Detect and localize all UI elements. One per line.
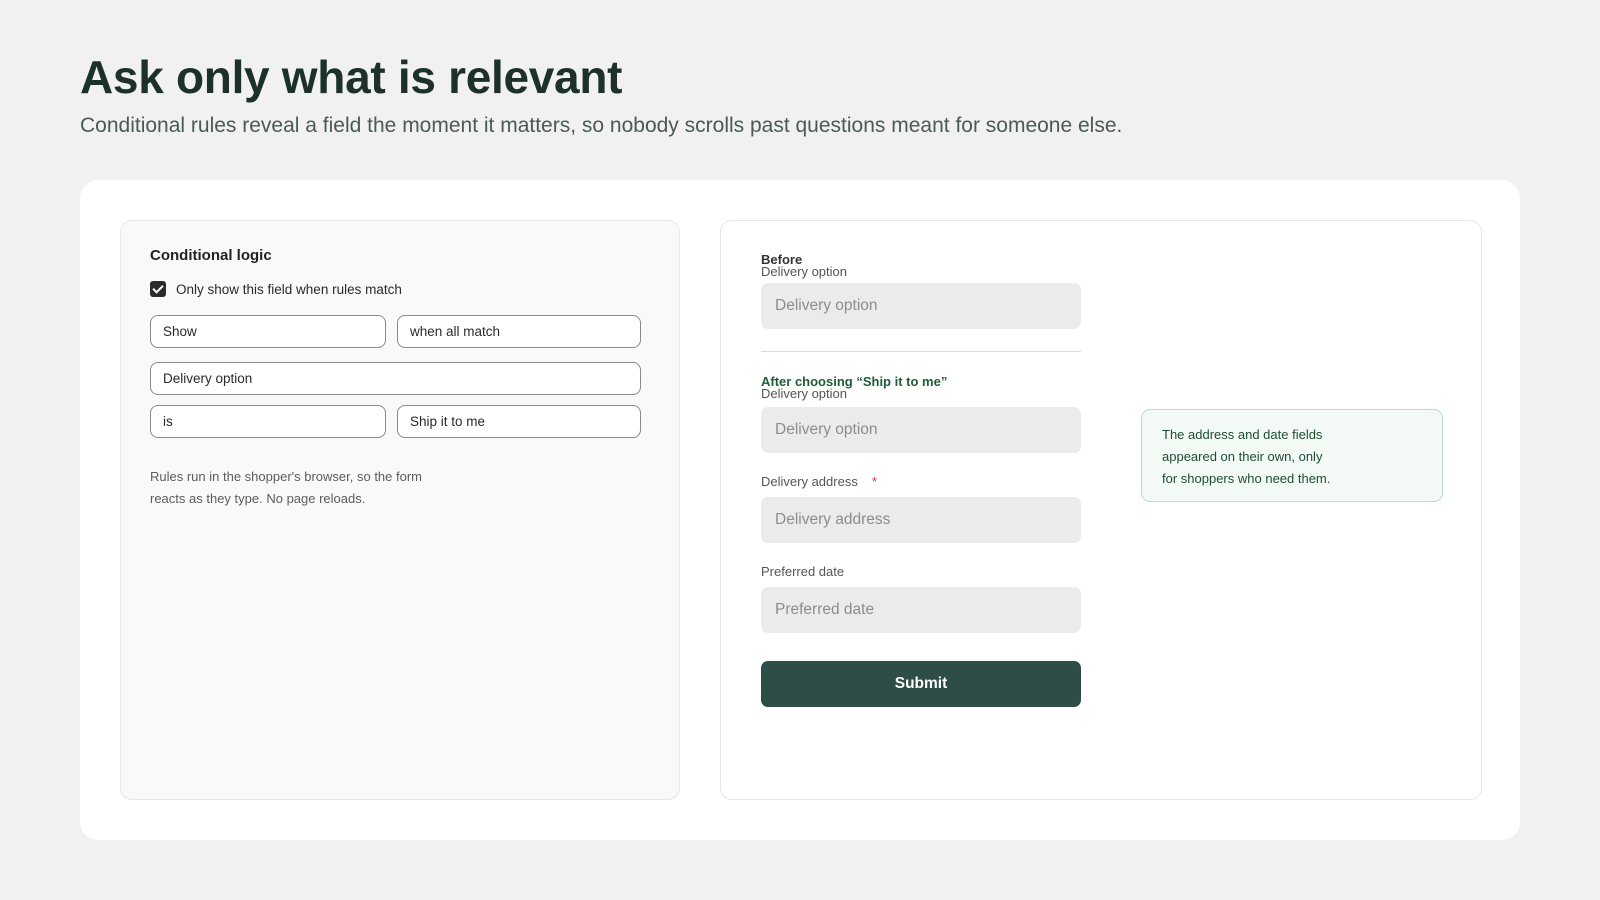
required-indicator: * <box>871 474 877 489</box>
conditional-logic-panel: Conditional logic Only show this field w… <box>120 220 680 800</box>
after-delivery-option-label: Delivery option <box>761 386 847 401</box>
after-delivery-option-input[interactable]: Delivery option <box>761 407 1081 453</box>
checkbox-label: Only show this field when rules match <box>176 281 402 297</box>
rule-action-select[interactable]: Show <box>150 315 386 348</box>
conditional-logic-heading: Conditional logic <box>150 247 272 264</box>
before-delivery-option-input[interactable]: Delivery option <box>761 283 1081 329</box>
form-preview-panel: Before Delivery option Delivery option A… <box>720 220 1482 800</box>
delivery-address-label: Delivery address <box>761 474 858 489</box>
main-card: Conditional logic Only show this field w… <box>80 180 1520 840</box>
rule-value-select[interactable]: Ship it to me <box>397 405 641 438</box>
preferred-date-input[interactable]: Preferred date <box>761 587 1081 633</box>
section-divider <box>761 351 1081 352</box>
submit-button[interactable]: Submit <box>761 661 1081 707</box>
delivery-address-label-row: Delivery address * <box>761 474 877 489</box>
show-when-rules-match-toggle[interactable]: Only show this field when rules match <box>150 281 402 297</box>
rule-match-mode-select[interactable]: when all match <box>397 315 641 348</box>
logic-note: Rules run in the shopper's browser, so t… <box>150 469 423 506</box>
callout-line: appeared on their own, only <box>1162 449 1323 464</box>
callout-line: The address and date fields <box>1162 427 1323 442</box>
delivery-address-input[interactable]: Delivery address <box>761 497 1081 543</box>
before-delivery-option-label: Delivery option <box>761 264 847 279</box>
page-title: Ask only what is relevant <box>80 51 623 103</box>
page-subtitle: Conditional rules reveal a field the mom… <box>80 114 1123 137</box>
rule-operator-select[interactable]: is <box>150 405 386 438</box>
checkbox-checked-icon[interactable] <box>150 281 166 297</box>
explanation-callout: The address and date fields appeared on … <box>1141 409 1443 502</box>
callout-line: for shoppers who need them. <box>1162 471 1331 486</box>
rule-field-select[interactable]: Delivery option <box>150 362 641 395</box>
preferred-date-label: Preferred date <box>761 564 845 579</box>
